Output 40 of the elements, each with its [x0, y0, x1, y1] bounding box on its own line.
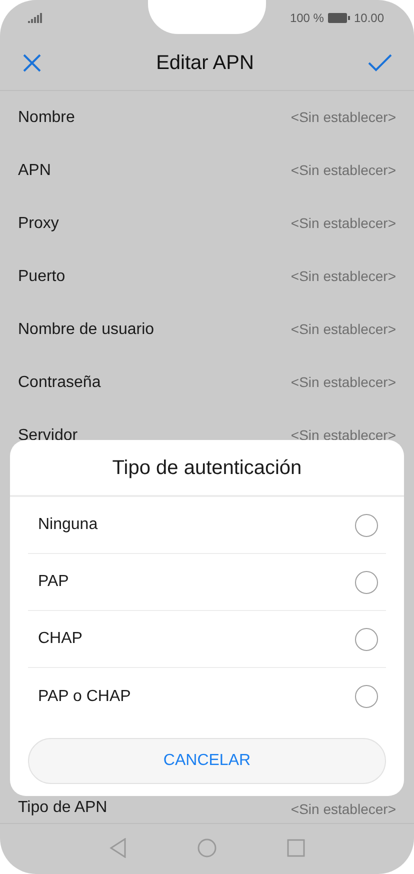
- setting-value: <Sin establecer>: [290, 161, 396, 180]
- home-icon[interactable]: [197, 838, 217, 858]
- check-icon[interactable]: [368, 54, 392, 72]
- radio-button[interactable]: [355, 514, 378, 536]
- setting-value: <Sin establecer>: [290, 108, 396, 127]
- setting-value: <Sin establecer>: [290, 214, 396, 233]
- option-label: PAP: [38, 572, 69, 592]
- setting-label: Servidor: [18, 426, 78, 446]
- setting-label: Nombre de usuario: [18, 320, 154, 340]
- option-row[interactable]: CHAP: [28, 611, 386, 668]
- battery-icon: [328, 13, 350, 23]
- recents-icon[interactable]: [287, 839, 305, 857]
- setting-label: Contraseña: [18, 372, 101, 392]
- clock: 10.00: [354, 10, 384, 27]
- radio-button[interactable]: [355, 570, 378, 594]
- setting-label: Puerto: [18, 266, 66, 286]
- setting-label: APN: [18, 160, 51, 180]
- setting-label: Nombre: [18, 108, 75, 128]
- option-label: Ninguna: [38, 515, 98, 535]
- setting-value: <Sin establecer>: [290, 320, 396, 339]
- option-row[interactable]: PAP o CHAP: [28, 668, 386, 725]
- close-icon[interactable]: [22, 53, 42, 73]
- signal-icon: [28, 13, 42, 23]
- option-row[interactable]: PAP: [28, 554, 386, 611]
- radio-button[interactable]: [355, 628, 378, 650]
- screen-title: Editar APN: [156, 51, 254, 76]
- option-row[interactable]: Ninguna: [28, 497, 386, 554]
- setting-value: <Sin establecer>: [290, 426, 396, 445]
- option-label: CHAP: [38, 629, 82, 649]
- option-label: PAP o CHAP: [38, 686, 131, 706]
- battery-percent: 100 %: [290, 10, 324, 27]
- back-icon[interactable]: [109, 838, 127, 858]
- setting-value: <Sin establecer>: [290, 267, 396, 286]
- setting-label: Proxy: [18, 214, 59, 234]
- cancel-button[interactable]: CANCELAR: [28, 738, 386, 784]
- dialog-title: Tipo de autenticación: [111, 456, 303, 480]
- radio-button[interactable]: [355, 685, 378, 708]
- setting-value: <Sin establecer>: [290, 800, 396, 819]
- setting-label: Tipo de APN: [18, 798, 108, 818]
- setting-value: <Sin establecer>: [290, 373, 396, 392]
